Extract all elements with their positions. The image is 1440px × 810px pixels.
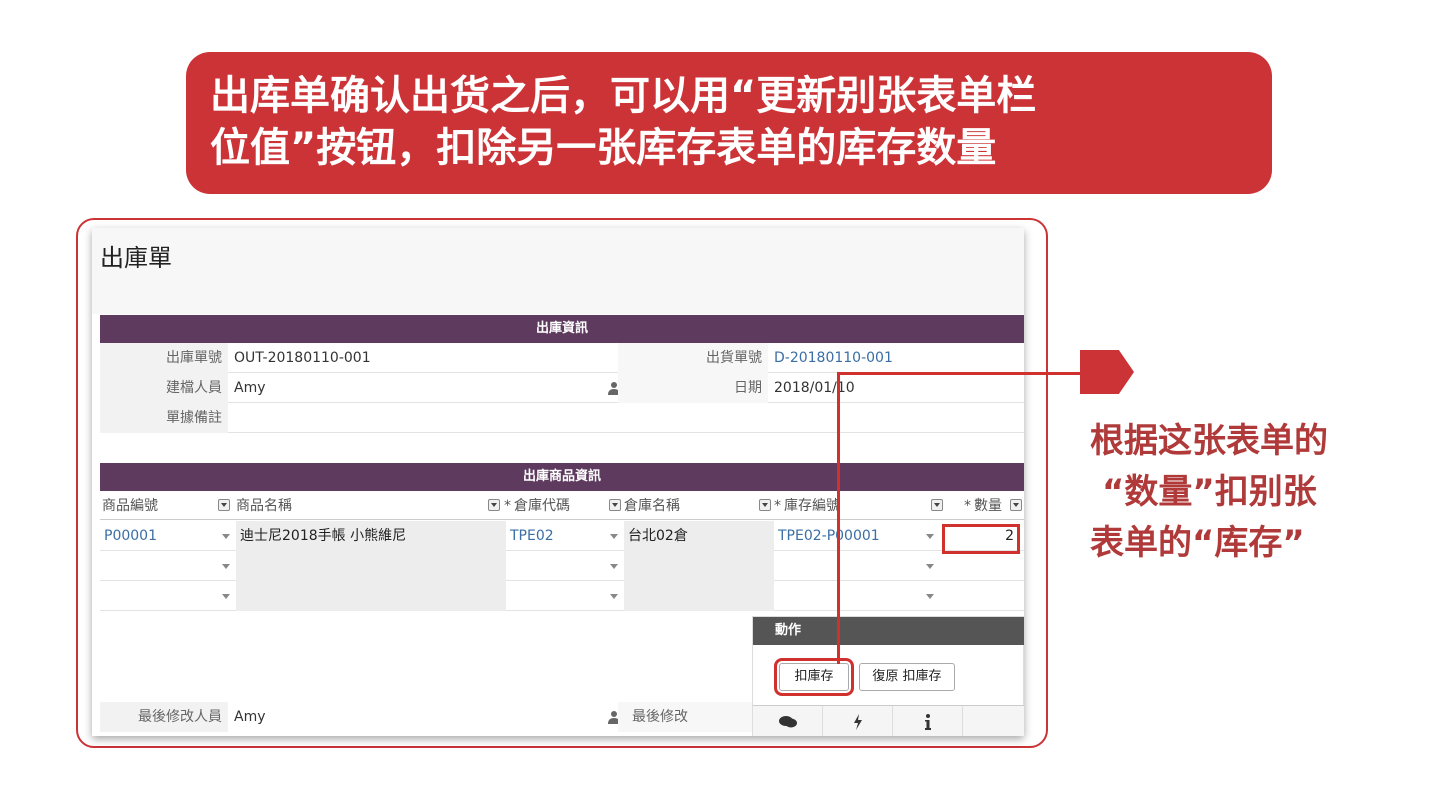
modifier-value[interactable]: Amy <box>228 702 618 732</box>
form-title: 出庫單 <box>100 244 172 272</box>
annotation-line-3: 表单的“库存” <box>1090 523 1305 563</box>
cell-empty[interactable] <box>100 551 236 581</box>
modified-label: 最後修改 <box>618 702 752 732</box>
action-tabbar <box>753 705 1024 736</box>
creator-label: 建檔人員 <box>100 373 228 403</box>
annotation-line-1: 根据这张表单的 <box>1090 421 1328 461</box>
cell-product-code[interactable]: P00001 <box>100 521 236 551</box>
connector-line-vertical <box>837 374 840 664</box>
col-warehouse-code: 倉庫代碼 <box>514 498 570 514</box>
date-value[interactable]: 2018/01/10 <box>768 373 1024 403</box>
creator-value[interactable]: Amy <box>228 373 618 403</box>
required-mark: * <box>504 498 511 514</box>
annotation-line-2: “数量”扣别张 <box>1102 472 1317 512</box>
column-menu-icon[interactable] <box>759 499 771 511</box>
column-menu-icon[interactable] <box>931 499 943 511</box>
chevron-down-icon[interactable] <box>222 534 230 539</box>
annotation-text: 根据这张表单的 “数量”扣别张 表单的“库存” <box>1090 416 1420 569</box>
chevron-down-icon[interactable] <box>926 534 934 539</box>
grid-header: 商品編號 商品名稱 * 倉庫代碼 倉庫名稱 * 庫存編號 * 數量 <box>100 492 1024 520</box>
comments-icon <box>778 716 797 728</box>
headline-banner: 出库单确认出货之后，可以用“更新别张表单栏 位值”按钮，扣除另一张库存表单的库存… <box>186 52 1272 194</box>
section-header-product-info: 出庫商品資訊 <box>100 463 1024 491</box>
headline-line-1: 出库单确认出货之后，可以用“更新别张表单栏 <box>210 73 1037 119</box>
required-mark: * <box>964 498 971 514</box>
cell-stock-no[interactable]: TPE02-P00001 <box>774 521 944 551</box>
cell-warehouse-code[interactable]: TPE02 <box>506 521 624 551</box>
chevron-down-icon[interactable] <box>926 564 934 569</box>
tab-info[interactable] <box>893 706 963 736</box>
chevron-down-icon[interactable] <box>926 594 934 599</box>
outbound-form-screenshot: 出庫單 出庫資訊 出庫單號 OUT-20180110-001 出貨單號 D-20… <box>92 228 1024 736</box>
chevron-down-icon[interactable] <box>610 594 618 599</box>
cell-product-name[interactable]: 迪士尼2018手帳 小熊維尼 <box>236 521 506 551</box>
field-row-note: 單據備註 <box>100 403 1024 433</box>
out-no-label: 出庫單號 <box>100 343 228 373</box>
info-icon <box>924 714 931 730</box>
cell-empty[interactable] <box>624 551 774 581</box>
col-stock-no: 庫存編號 <box>784 498 840 514</box>
col-product-name: 商品名稱 <box>236 498 292 514</box>
cell-empty[interactable] <box>624 581 774 611</box>
col-qty: 數量 <box>974 498 1002 514</box>
column-menu-icon[interactable] <box>218 499 230 511</box>
action-panel: 動作 扣庫存 復原 扣庫存 <box>752 616 1024 736</box>
chevron-down-icon[interactable] <box>222 594 230 599</box>
qty-highlight-box <box>942 524 1020 554</box>
chevron-down-icon[interactable] <box>610 564 618 569</box>
arrow-marker-icon <box>1080 350 1134 394</box>
ship-no-link[interactable]: D-20180110-001 <box>768 343 1024 373</box>
out-no-value[interactable]: OUT-20180110-001 <box>228 343 618 373</box>
headline-line-2: 位值”按钮，扣除另一张库存表单的库存数量 <box>210 125 997 171</box>
modifier-label: 最後修改人員 <box>100 702 228 732</box>
cell-empty[interactable] <box>236 551 506 581</box>
restore-deduct-button[interactable]: 復原 扣庫存 <box>859 663 955 691</box>
field-row-creator: 建檔人員 Amy 日期 2018/01/10 <box>100 373 1024 403</box>
note-label: 單據備註 <box>100 403 228 433</box>
cell-empty[interactable] <box>236 581 506 611</box>
form-header-area <box>92 228 1024 314</box>
column-menu-icon[interactable] <box>488 499 500 511</box>
column-menu-icon[interactable] <box>1010 499 1022 511</box>
chevron-down-icon[interactable] <box>610 534 618 539</box>
ship-no-label: 出貨單號 <box>618 343 768 373</box>
table-row <box>100 551 1024 581</box>
cell-empty[interactable] <box>100 581 236 611</box>
tab-triggers[interactable] <box>823 706 893 736</box>
deduct-stock-button[interactable]: 扣庫存 <box>774 658 854 696</box>
lightning-icon <box>853 714 862 730</box>
table-row <box>100 581 1024 611</box>
column-menu-icon[interactable] <box>609 499 621 511</box>
cell-warehouse-name[interactable]: 台北02倉 <box>624 521 774 551</box>
chevron-down-icon[interactable] <box>222 564 230 569</box>
required-mark: * <box>774 498 781 514</box>
date-label: 日期 <box>618 373 768 403</box>
action-panel-title: 動作 <box>753 617 1024 645</box>
col-warehouse-name: 倉庫名稱 <box>624 498 680 514</box>
note-field[interactable] <box>228 403 1024 433</box>
tab-comments[interactable] <box>753 706 823 736</box>
table-row: P00001 迪士尼2018手帳 小熊維尼 TPE02 台北02倉 TPE02-… <box>100 521 1024 551</box>
section-header-outbound-info: 出庫資訊 <box>100 315 1024 343</box>
connector-line-horizontal <box>837 372 1083 375</box>
field-row-out-no: 出庫單號 OUT-20180110-001 出貨單號 D-20180110-00… <box>100 343 1024 373</box>
col-product-code: 商品編號 <box>102 498 158 514</box>
